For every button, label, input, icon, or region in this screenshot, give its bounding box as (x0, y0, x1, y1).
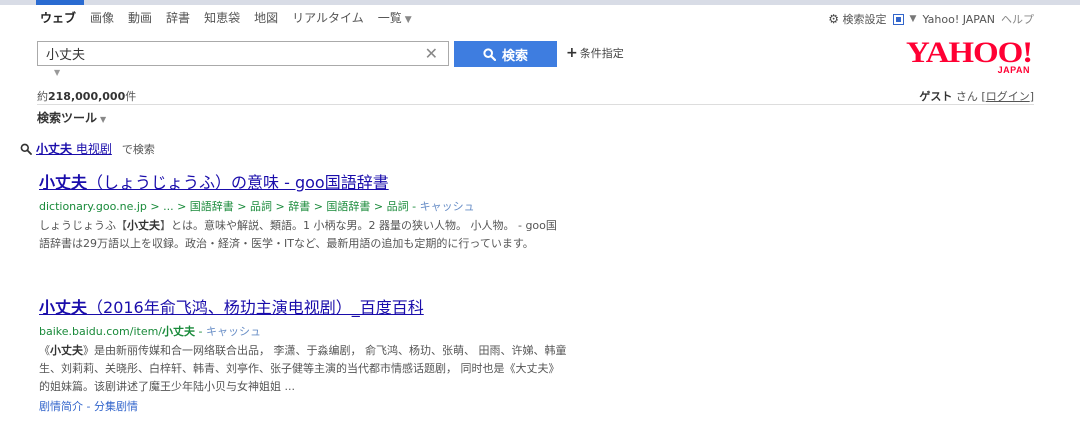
result-count: 約218,000,000件 (37, 88, 136, 104)
logo-sub: JAPAN (997, 65, 1030, 75)
result-title-link[interactable]: 小丈夫（しょうじょうふ）の意味 - goo国語辞書 (39, 173, 579, 193)
tab-more[interactable]: 一覧 ▼ (378, 9, 412, 29)
search-history-chevron-icon[interactable]: ▼ (54, 68, 60, 77)
search-vertical-tabs: ウェブ 画像 動画 辞書 知恵袋 地図 リアルタイム 一覧 ▼ (40, 9, 412, 29)
result-sublinks[interactable]: 剧情简介 - 分集剧情 (39, 398, 579, 414)
tab-map[interactable]: 地図 (254, 9, 278, 29)
search-input[interactable] (38, 42, 414, 65)
result-title-link[interactable]: 小丈夫（2016年俞飞鸿、杨玏主演电视剧）_百度百科 (39, 298, 579, 318)
snippet-pre: 《 (39, 344, 50, 357)
yahoo-japan-link[interactable]: Yahoo! JAPAN (922, 13, 995, 26)
header-divider (37, 104, 1034, 105)
help-link[interactable]: ヘルプ (1001, 11, 1034, 27)
search-box: ✕ (37, 41, 449, 66)
guest-status: ゲスト さん [ログイン] (919, 90, 1034, 103)
search-tools-label: 検索ツール (37, 111, 98, 125)
snippet-bold: 小丈夫 (127, 219, 160, 232)
suggestion-rest: 电视剧 (72, 142, 112, 156)
result-count-number: 218,000,000 (48, 90, 126, 103)
tab-realtime[interactable]: リアルタイム (292, 9, 364, 29)
clear-icon[interactable]: ✕ (425, 44, 438, 63)
result-url-bold: 小丈夫 (162, 325, 196, 338)
login-link[interactable]: ログイン (986, 90, 1030, 103)
chevron-down-icon: ▼ (404, 15, 412, 25)
tab-video[interactable]: 動画 (128, 9, 152, 29)
snippet-bold: 小丈夫 (50, 344, 83, 357)
logo-wordmark: YAHOO! (906, 36, 1033, 69)
result-snippet: 《小丈夫》是由新丽传媒和合一网络联合出品， 李潇、于淼编剧， 俞飞鸿、杨玏、张萌… (39, 342, 567, 396)
advanced-conditions-link[interactable]: + 条件指定 (566, 45, 624, 61)
suggestion-bold: 小丈夫 (36, 142, 73, 156)
result-url: baike.baidu.com/item/小丈夫 - キャッシュ (39, 325, 261, 338)
search-icon (20, 143, 32, 155)
search-settings-label: 検索設定 (842, 13, 887, 26)
result-snippet: しょうじょうふ【小丈夫】とは。意味や解説、類語。1 小柄な男。2 器量の狭い人物… (39, 217, 567, 253)
result-title-bold: 小丈夫 (39, 298, 88, 317)
result-url-text: dictionary.goo.ne.jp > ... > 国語辞書 > 品詞 >… (39, 200, 409, 213)
search-button[interactable]: 検索 (454, 41, 557, 67)
search-button-label: 検索 (501, 47, 528, 63)
suggestion-tail: で検索 (121, 142, 155, 156)
result-url: dictionary.goo.ne.jp > ... > 国語辞書 > 品詞 >… (39, 200, 475, 213)
suggestion-link[interactable]: 小丈夫 电视剧 (36, 140, 112, 157)
conditions-label: 条件指定 (579, 47, 624, 60)
result-title-rest: （しょうじょうふ）の意味 - goo国語辞書 (87, 173, 389, 192)
tab-web[interactable]: ウェブ (40, 9, 76, 29)
theme-toggle-icon[interactable] (892, 13, 904, 25)
result-title-bold: 小丈夫 (39, 173, 88, 192)
tab-chiebukuro[interactable]: 知恵袋 (204, 9, 240, 29)
guest-honorific: さん (955, 90, 978, 103)
chevron-down-icon[interactable]: ▼ (910, 14, 917, 24)
guest-name: ゲスト (919, 90, 953, 103)
result-url-text: baike.baidu.com/item/ (39, 325, 163, 338)
yahoo-logo[interactable]: YAHOO! JAPAN (906, 38, 1036, 76)
plus-icon: + (566, 45, 578, 61)
search-icon (483, 47, 496, 61)
snippet-pre: しょうじょうふ【 (39, 219, 127, 232)
header-links: ⚙ 検索設定 ▼ Yahoo! JAPAN ヘルプ (828, 11, 1034, 27)
chevron-down-icon: ▼ (100, 115, 107, 124)
tab-more-label: 一覧 (377, 11, 402, 25)
cache-link[interactable]: キャッシュ (420, 200, 475, 213)
top-accent-bar (0, 0, 1080, 5)
active-tab-indicator (36, 0, 84, 5)
query-suggestion: 小丈夫 电视剧 で検索 (20, 140, 155, 157)
search-result: 小丈夫（しょうじょうふ）の意味 - goo国語辞書 dictionary.goo… (39, 173, 579, 253)
result-title-rest: （2016年俞飞鸿、杨玏主演电视剧）_百度百科 (87, 298, 424, 317)
gear-icon: ⚙ (828, 12, 840, 26)
snippet-post: 》是由新丽传媒和合一网络联合出品， 李潇、于淼编剧， 俞飞鸿、杨玏、张萌、 田雨… (39, 344, 567, 393)
cache-link[interactable]: キャッシュ (206, 325, 261, 338)
tab-images[interactable]: 画像 (90, 9, 114, 29)
search-settings-link[interactable]: ⚙ 検索設定 (828, 11, 886, 27)
result-count-suffix: 件 (125, 90, 137, 103)
search-tools-toggle[interactable]: 検索ツール ▼ (37, 109, 106, 126)
result-count-prefix: 約 (37, 90, 48, 103)
search-result: 小丈夫（2016年俞飞鸿、杨玏主演电视剧）_百度百科 baike.baidu.c… (39, 298, 579, 414)
tab-dictionary[interactable]: 辞書 (166, 9, 190, 29)
